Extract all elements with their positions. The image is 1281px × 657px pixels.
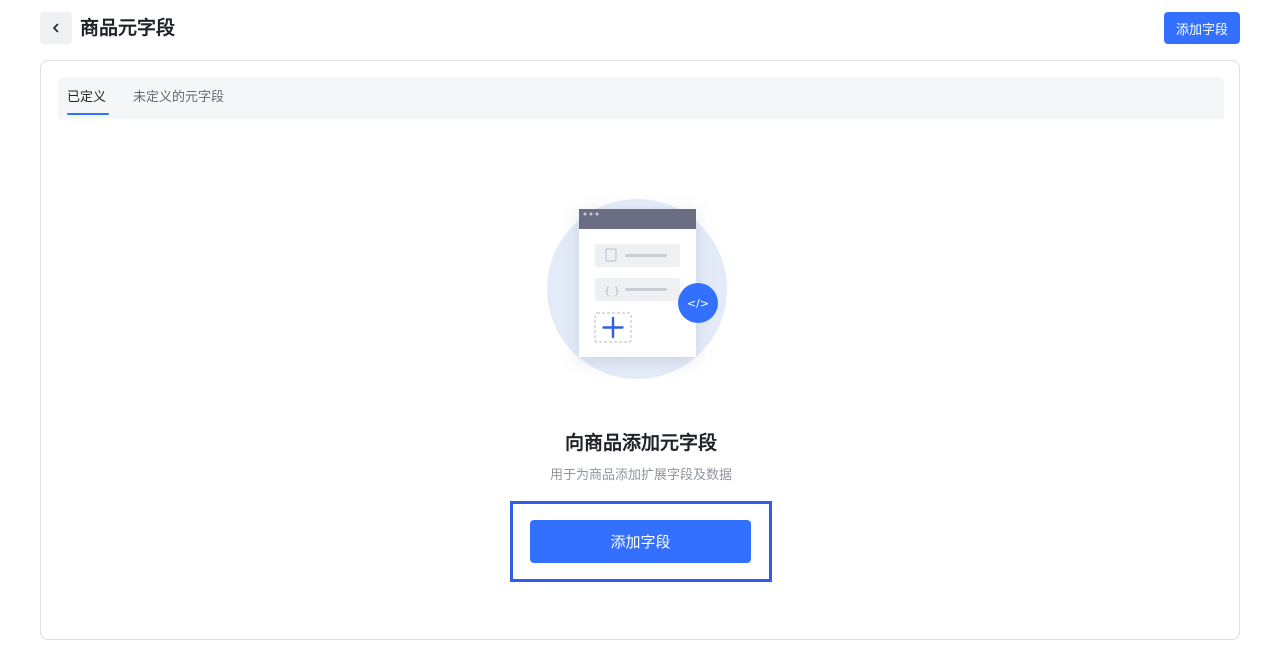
back-button[interactable] [40, 12, 72, 44]
empty-state-title: 向商品添加元字段 [564, 432, 717, 454]
add-field-button[interactable]: 添加字段 [530, 520, 751, 563]
code-glyph-icon: </> [687, 297, 709, 310]
tab-bar: 已定义 未定义的元字段 [58, 77, 1224, 119]
active-tab-indicator [67, 113, 109, 115]
empty-state-illustration: { } </> [547, 199, 727, 379]
meta-fields-card: 已定义 未定义的元字段 { } </> 向商品添加元字段 用于为商品添加扩展字段… [40, 60, 1240, 640]
tab-defined[interactable]: 已定义 [67, 89, 106, 107]
add-field-button-header[interactable]: 添加字段 [1164, 12, 1240, 44]
chevron-left-icon [53, 23, 59, 33]
empty-state-description: 用于为商品添加扩展字段及数据 [549, 468, 732, 483]
page-title: 商品元字段 [80, 17, 176, 39]
svg-text:{ }: { } [604, 286, 620, 297]
tab-undefined-meta-fields[interactable]: 未定义的元字段 [133, 89, 224, 107]
top-bar: 商品元字段 添加字段 [0, 0, 1281, 56]
